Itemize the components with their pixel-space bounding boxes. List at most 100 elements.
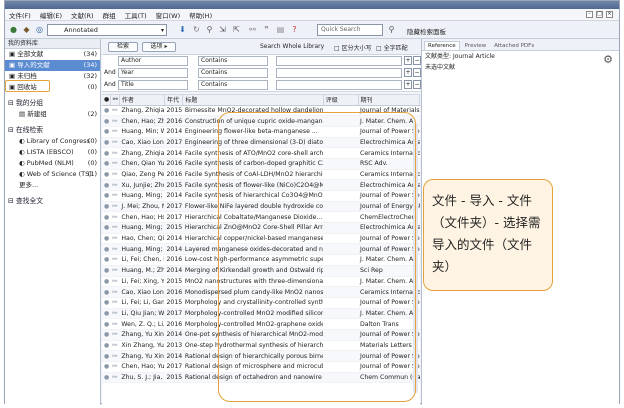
read-status-column[interactable]: ● [102,95,111,106]
menu-item-1[interactable]: 编辑(E) [40,10,62,20]
menu-item-4[interactable]: 工具(T) [125,10,147,20]
operator-select[interactable]: Contains [198,56,268,66]
table-row[interactable]: ●⚯Xu, Junjie; Zho...2015Facile synthesis… [102,179,420,191]
paperclip-icon[interactable]: ⚯ [247,24,258,35]
find-fulltext-section[interactable]: ⊟ 查找全文 [5,196,100,207]
table-row[interactable]: ●⚯Cao, Xiao Long; ...2017Engineering of … [102,137,420,149]
format-icon[interactable]: ▤ [275,24,286,35]
column-year[interactable]: 年代 [164,95,184,106]
hide-search-panel-toggle[interactable]: 隐藏检索面板 [407,26,446,36]
match-word-checkbox[interactable]: □ 全字匹配 [376,43,408,52]
find-fulltext-icon[interactable]: ⬇ [177,24,188,35]
cite-icon[interactable]: ❞ [261,24,272,35]
table-row[interactable]: ●⚯Qiao, Zeng Peng...2016Facile Synthesis… [102,169,420,181]
online-db-item[interactable]: ◐ LISTA (EBSCO) (0) [5,147,100,158]
table-row[interactable]: ●⚯Wen, Z. Q.; Li, M....2016Morphology-co… [102,318,420,330]
search-button[interactable]: 检索 [108,42,138,52]
group-item[interactable]: ▤ 新建组 (2) [5,109,100,120]
scrollbar[interactable] [413,123,418,393]
reference-type-row[interactable]: 文献类型: Journal Article [422,51,619,63]
table-row[interactable]: ●⚯Zhang, Zhiqiang; ...2015Birnessite MnO… [102,105,420,117]
remove-condition-button[interactable]: − [413,80,421,89]
menu-item-0[interactable]: 文件(F) [9,10,31,20]
remove-condition-button[interactable]: − [413,68,421,77]
read-dot-icon: ● [102,286,111,298]
library-item-1[interactable]: ▣ 导入的文献 (34) [5,60,100,71]
output-style-select[interactable]: Annotated ▾ [47,24,167,36]
tab-reference[interactable]: Reference [424,41,460,50]
field-select[interactable]: Author [118,56,188,66]
maximize-icon[interactable]: □ [596,11,603,18]
table-row[interactable]: ●⚯Xin Zhang, Yu; Li...2013One-step hydro… [102,340,420,352]
table-row[interactable]: ●⚯Chen, Hao; Hsieh...2017Hierarchical Co… [102,211,420,224]
table-row[interactable]: ●⚯Huang, Min; We...2014Engineering flowe… [102,126,420,138]
add-condition-button[interactable]: + [404,68,412,77]
table-row[interactable]: ●⚯Li, Fei; Xing, Yua...2015MnO2 nanostru… [102,276,420,288]
online-mode-icon[interactable]: ◎ [34,24,45,35]
column-journal[interactable]: 期刊 [358,95,420,106]
table-row[interactable]: ●⚯Zhang, Zhiqiang; ...2014Facile synthes… [102,147,420,159]
library-mode-icon[interactable]: ● [8,24,19,35]
search-scope-select[interactable]: Search Whole Library [260,42,328,52]
field-select[interactable]: Title [118,80,188,90]
column-rating[interactable]: 评级 [323,95,359,106]
match-case-checkbox[interactable]: □ 区分大小写 [334,43,372,52]
online-db-item[interactable]: ◐ PubMed (NLM) (0) [5,158,100,169]
cell-journal: Journal of Power Sou [358,361,420,373]
add-condition-button[interactable]: + [404,80,412,89]
cell-rating [323,115,358,127]
search-icon[interactable]: ⚲ [204,24,215,35]
menu-item-3[interactable]: 群组 [103,10,116,20]
online-search-section[interactable]: ⊟ 在线检索 [5,125,100,136]
table-row[interactable]: ●⚯Huang, Ming; Zh...2014Facile synthesis… [102,190,420,202]
table-row[interactable]: ●⚯Zhang, Yu Xin; H...2014One-pot synthes… [102,329,420,341]
online-db-item[interactable]: ◐ Library of Congress (0) [5,136,100,147]
help-icon[interactable]: ? [289,24,300,35]
table-row[interactable]: ●⚯Chen, Hao; Zhou...2016Construction of … [102,115,420,127]
operator-select[interactable]: Contains [198,80,268,90]
column-author[interactable]: 作者 [119,95,165,106]
operator-select[interactable]: Contains [198,68,268,78]
table-row[interactable]: ●⚯Huang, Ming; Mi...2014Layered manganes… [102,243,420,256]
table-row[interactable]: ●⚯J. Mei; Zhou, Mi...2017Flower-like NiF… [102,201,420,213]
minimize-icon[interactable]: – [586,11,593,18]
menu-item-2[interactable]: 文献(R) [71,10,94,20]
table-row[interactable]: ●⚯Li, Fei; Chen, Hao...2016Low-cost high… [102,254,420,266]
search-go-icon[interactable]: ⚲ [386,24,397,35]
gear-icon[interactable]: ⚙ [603,53,613,66]
table-row[interactable]: ●⚯Cao, Xiao Long; ...2016Monodispersed p… [102,286,420,298]
table-row[interactable]: ●⚯Huang, Ming; Li...2015Hierarchical ZnO… [102,222,420,234]
table-row[interactable]: ●⚯Li, Fei; Li, Gang; ...2015Morphology a… [102,297,420,309]
import-icon[interactable]: ⇲ [217,24,228,35]
refresh-icon[interactable]: ↻ [191,24,202,35]
table-row[interactable]: ●⚯Li, Qiu Jian; Wan...2017Morphology-con… [102,308,420,320]
export-icon[interactable]: ⇱ [231,24,242,35]
library-item-0[interactable]: ▣ 全部文献 (34) [5,49,100,60]
remove-condition-button[interactable]: − [413,56,421,65]
groups-section[interactable]: ⊟ 我的分组 [5,98,100,109]
integrated-mode-icon[interactable]: ◆ [21,24,32,35]
quick-search-input[interactable]: Quick Search [317,24,383,36]
attachment-column[interactable]: ⚯ [110,95,120,106]
table-row[interactable]: ●⚯Zhu, S. J.; Jia, J. ...2015Rational de… [102,372,420,384]
tab-preview[interactable]: Preview [462,42,489,50]
read-dot-icon: ● [102,158,111,170]
more-link[interactable]: 更多... [5,180,100,191]
table-row[interactable]: ●⚯Chen, Hao; Yue, ...2017Rational design… [102,361,420,373]
tab-attached-pdfs[interactable]: Attached PDFs [491,42,537,50]
online-db-item[interactable]: ◐ Web of Science (TS) (1) [5,169,100,180]
table-row[interactable]: ●⚯Chen, Qian Yuan...2016Facile synthesis… [102,158,420,170]
table-row[interactable]: ●⚯Huang, M.; Zhan...2014Merging of Kirke… [102,265,420,277]
menu-item-5[interactable]: 窗口(W) [156,10,181,20]
value-input[interactable] [276,68,402,78]
table-row[interactable]: ●⚯Hao, Chen; Qi, X...2014Hierarchical co… [102,233,420,245]
menu-item-6[interactable]: 帮助(H) [189,10,212,20]
value-input[interactable] [276,80,402,90]
value-input[interactable] [276,56,402,66]
options-button[interactable]: 选项 ▸ [142,42,176,52]
close-icon[interactable]: × [606,11,613,18]
column-title[interactable]: 标题 [182,95,324,106]
table-row[interactable]: ●⚯Zhang, Yu Xin; X...2014Rational design… [102,350,420,362]
add-condition-button[interactable]: + [404,56,412,65]
field-select[interactable]: Year [118,68,188,78]
